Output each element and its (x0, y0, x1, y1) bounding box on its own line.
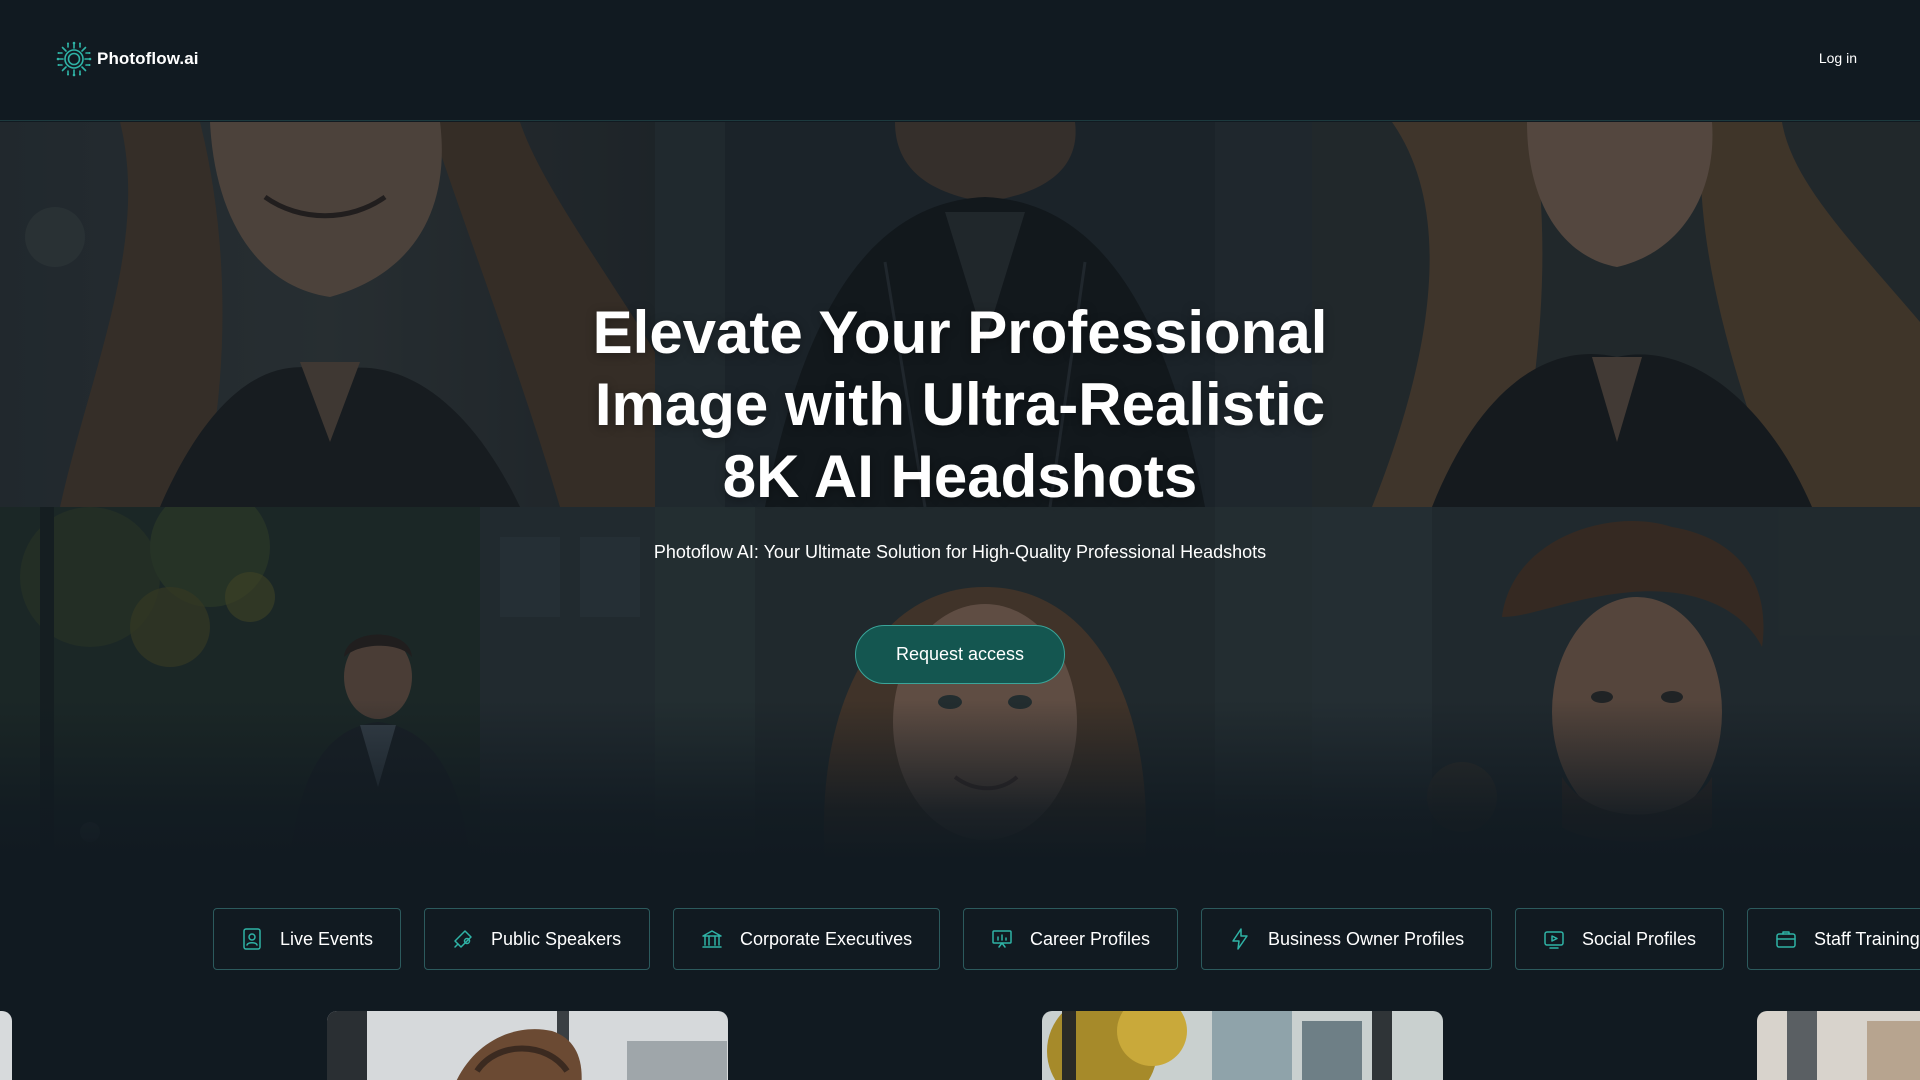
chip-corporate-executives[interactable]: Corporate Executives (673, 908, 940, 970)
bank-building-icon (702, 930, 722, 948)
chip-label: Public Speakers (491, 928, 622, 949)
megaphone-icon (454, 930, 472, 948)
hero-title-line-1: Elevate Your Professional (592, 299, 1328, 366)
hero-title-line-3: 8K AI Headshots (722, 443, 1198, 510)
chip-label: Corporate Executives (740, 928, 913, 949)
site-header: Photoflow.ai Log in (0, 0, 1920, 121)
gallery-photo-outdoor[interactable] (1042, 1011, 1443, 1080)
lightning-icon (1232, 928, 1248, 950)
sun-circuit-icon (56, 41, 92, 77)
chip-label: Live Events (280, 928, 374, 949)
hero-title: Elevate Your Professional Image with Ult… (560, 297, 1360, 513)
gallery-photo-man-curly-hair[interactable] (327, 1011, 728, 1080)
logo[interactable]: Photoflow.ai (55, 40, 199, 78)
gallery-photo-peek-right (1757, 1011, 1920, 1080)
hero-section: Elevate Your Professional Image with Ult… (0, 122, 1920, 860)
play-video-icon (1544, 931, 1564, 949)
chip-label: Business Owner Profiles (1268, 928, 1465, 949)
chip-live-events[interactable]: Live Events (213, 908, 401, 970)
chip-social-profiles[interactable]: Social Profiles (1515, 908, 1724, 970)
gallery-photo-peek (0, 1011, 12, 1080)
hero-subtitle: Photoflow AI: Your Ultimate Solution for… (653, 542, 1267, 562)
hero-bottom-fade (0, 700, 1920, 860)
chip-label: Social Profiles (1582, 928, 1697, 949)
id-badge-icon (243, 928, 261, 950)
chip-label: Staff Training (1814, 928, 1920, 949)
request-access-button[interactable]: Request access (855, 625, 1065, 684)
chip-business-owner-profiles[interactable]: Business Owner Profiles (1201, 908, 1492, 970)
presentation-chart-icon (992, 930, 1012, 948)
chip-career-profiles[interactable]: Career Profiles (963, 908, 1178, 970)
category-chips: Live Events Public Speakers Corporate Ex… (0, 908, 1920, 972)
logo-text: Photoflow.ai (97, 49, 199, 68)
landing-page: Photoflow.ai Log in Elevate Your Profess… (0, 0, 1920, 1080)
chip-label: Career Profiles (1030, 928, 1151, 949)
login-link[interactable]: Log in (1819, 50, 1857, 66)
chip-public-speakers[interactable]: Public Speakers (424, 908, 650, 970)
hero-title-line-2: Image with Ultra-Realistic (594, 371, 1326, 438)
briefcase-icon (1776, 931, 1796, 948)
chip-staff-training[interactable]: Staff Training (1747, 908, 1920, 970)
